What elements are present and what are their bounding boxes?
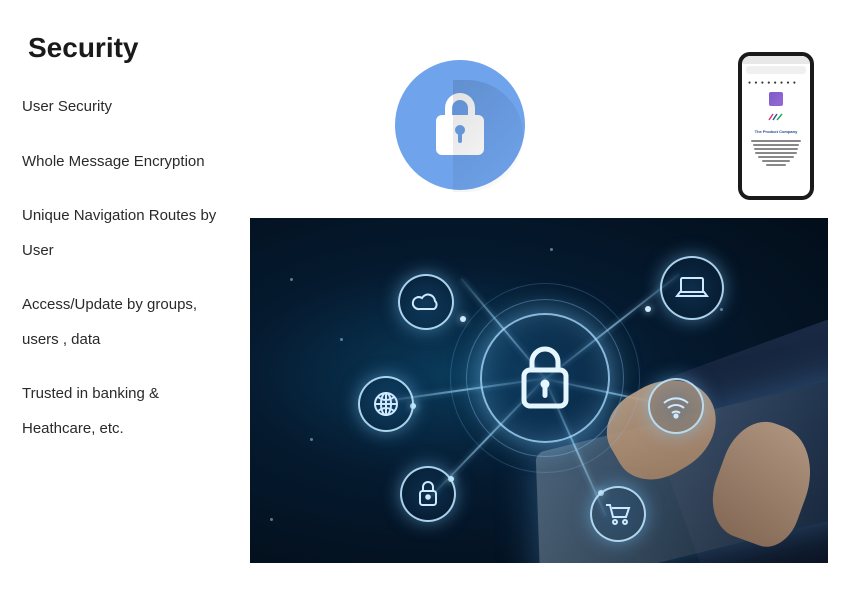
phone-app-logo-icon: [769, 92, 783, 106]
feature-item: Trusted in banking & Heathcare, etc.: [22, 377, 222, 446]
lock-icon: [516, 344, 574, 412]
lock-circle-icon: [395, 60, 525, 190]
feature-list: User Security Whole Message Encryption U…: [22, 90, 222, 466]
central-lock-ring: [480, 313, 610, 443]
phone-title: The Product Company: [746, 129, 806, 134]
cart-icon: [590, 486, 646, 542]
page-title: Security: [28, 32, 139, 64]
phone-body-text: [746, 140, 806, 166]
phone-urlbar: [746, 66, 806, 74]
phone-screen: ● ● ● ● ● ● ● ● The Product Company: [742, 56, 810, 196]
laptop-icon: [660, 256, 724, 320]
phone-statusbar: [742, 56, 810, 64]
feature-item: Access/Update by groups, users , data: [22, 288, 222, 357]
phone-password-dots: ● ● ● ● ● ● ● ●: [748, 80, 806, 86]
lock-mini-icon: [400, 466, 456, 522]
phone-logo-mark-icon: [746, 109, 806, 127]
feature-item: User Security: [22, 90, 222, 125]
feature-item: Unique Navigation Routes by User: [22, 199, 222, 268]
lock-icon: [436, 115, 484, 155]
hero-security-image: [250, 218, 828, 563]
feature-item: Whole Message Encryption: [22, 145, 222, 180]
cloud-icon: [398, 274, 454, 330]
lock-badge: [395, 60, 525, 190]
wifi-icon: [648, 378, 704, 434]
phone-mockup: ● ● ● ● ● ● ● ● The Product Company: [738, 52, 814, 200]
globe-icon: [358, 376, 414, 432]
